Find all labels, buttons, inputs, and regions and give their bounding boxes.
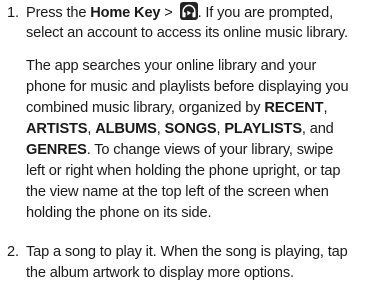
- step-2: 2. Tap a song to play it. When the song i…: [7, 242, 375, 284]
- step-1-line-1: 1. Press the Home Key > . If you are prom…: [7, 2, 375, 23]
- play-music-headphones-icon: [179, 2, 198, 20]
- step-1-line-2: select an account to access its online m…: [26, 25, 348, 41]
- recent-label: RECENT: [264, 100, 324, 116]
- home-key-label: Home Key: [90, 5, 161, 21]
- step-1-number: 1.: [7, 5, 19, 21]
- description-paragraph: The app searches your online library and…: [26, 58, 349, 221]
- songs-label: SONGS: [164, 121, 217, 137]
- step-2-number: 2.: [7, 244, 19, 260]
- genres-label: GENRES: [26, 142, 87, 158]
- step-2-line-1: 2. Tap a song to play it. When the song i…: [7, 242, 375, 263]
- manual-page: 1. Press the Home Key > . If you are prom…: [0, 0, 375, 286]
- albums-label: ALBUMS: [95, 121, 157, 137]
- artists-label: ARTISTS: [26, 121, 88, 137]
- step-1: 1. Press the Home Key > . If you are prom…: [7, 2, 375, 44]
- playlists-label: PLAYLISTS: [224, 121, 302, 137]
- step-2-line-2: the album artwork to display more option…: [26, 265, 294, 281]
